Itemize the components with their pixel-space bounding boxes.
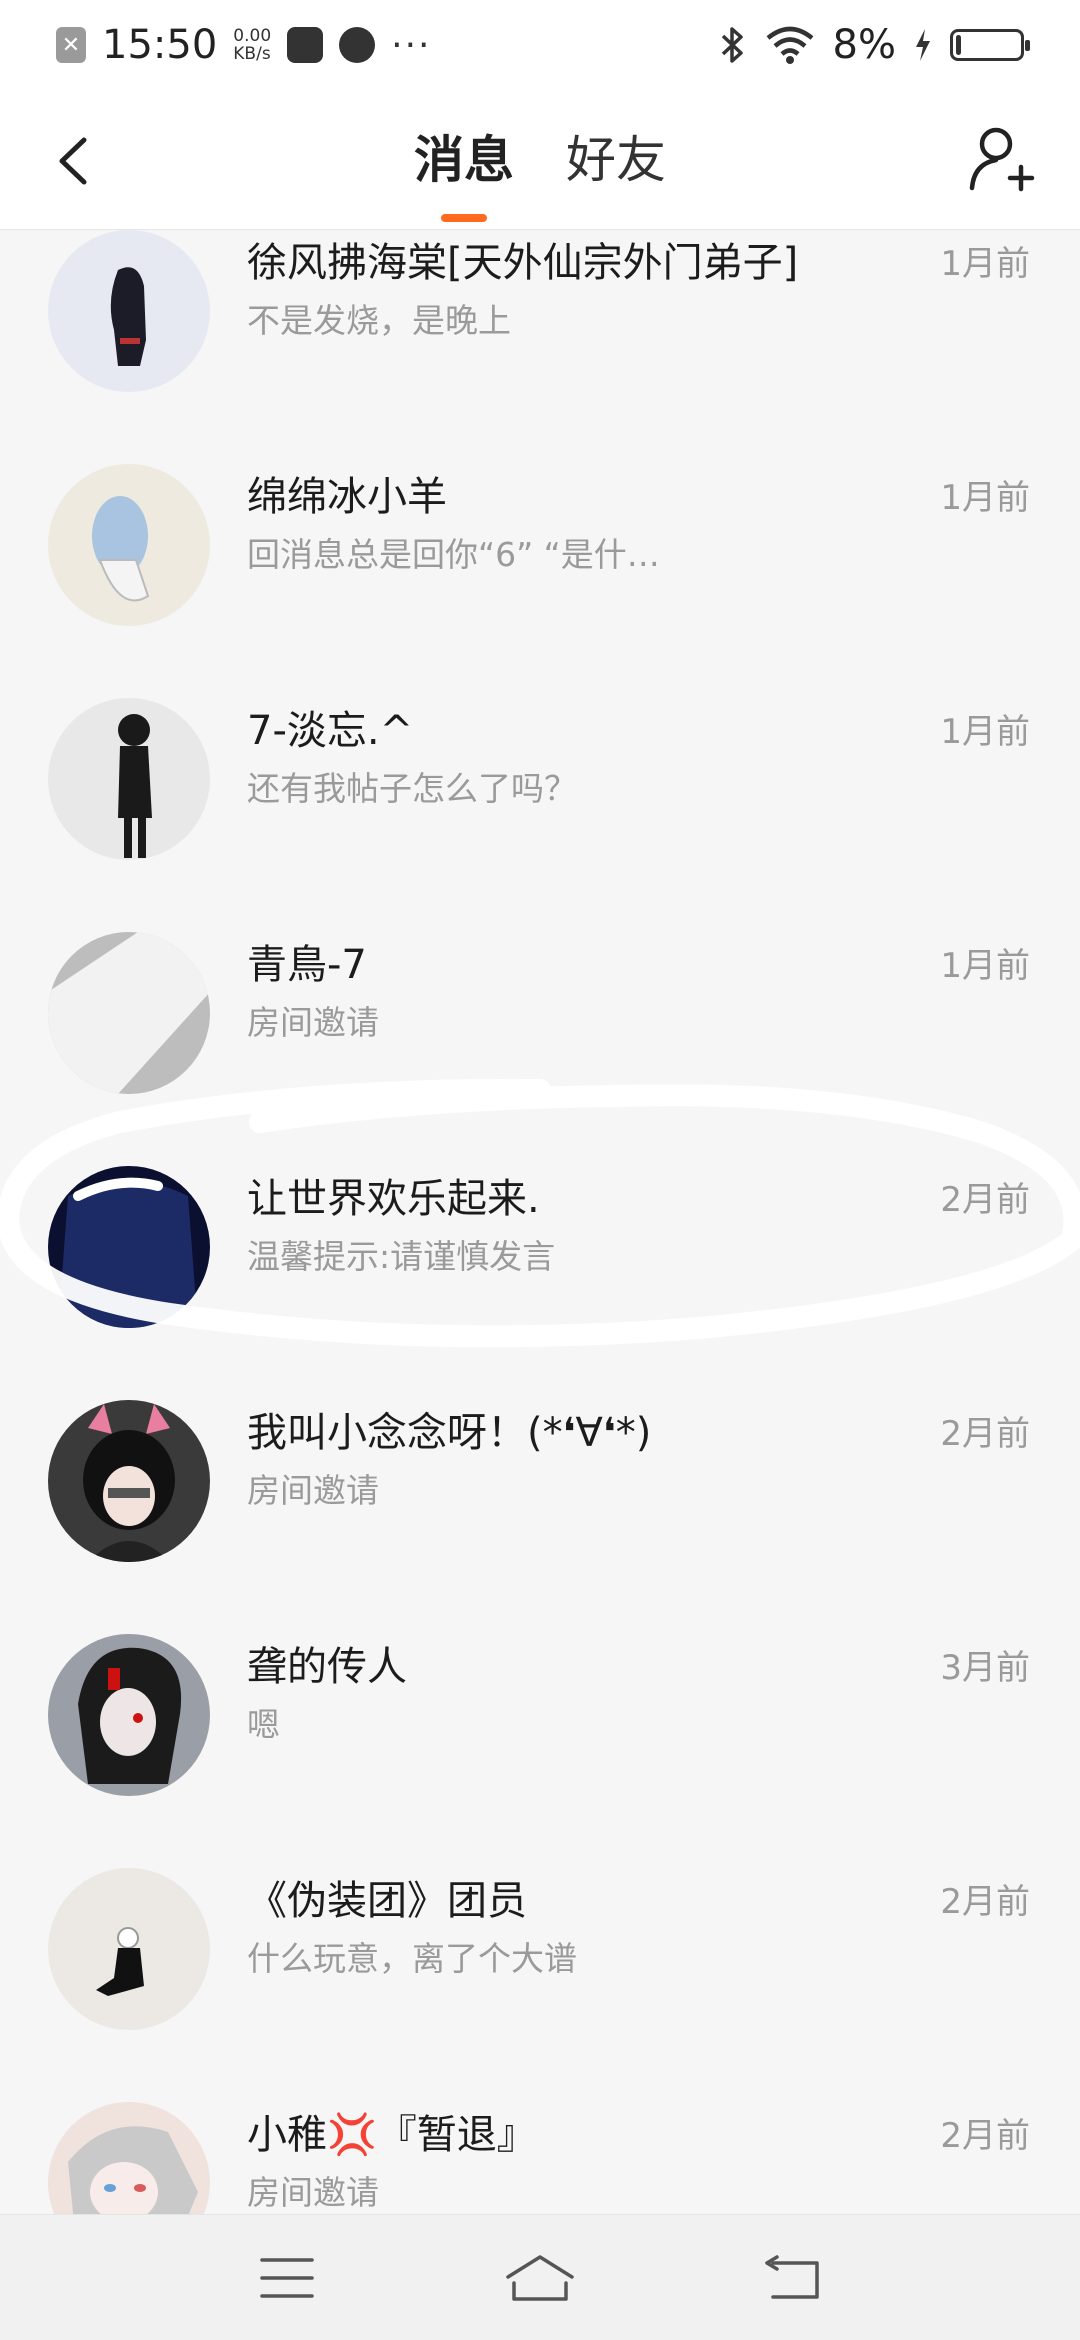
conversation-preview: 嗯	[247, 1705, 280, 1744]
network-speed-unit: KB/s	[233, 44, 271, 64]
app-header: 消息 好友	[0, 90, 1080, 230]
conversation-time: 2月前	[940, 2116, 1030, 2156]
conversation-preview: 什么玩意，离了个大谱	[247, 1939, 577, 1978]
avatar	[48, 1400, 210, 1562]
conversation-time: 2月前	[940, 1180, 1030, 1220]
conversation-name: 我叫小念念呀！(*❛∀❛*)	[247, 1410, 652, 1456]
active-tab-indicator	[441, 214, 487, 222]
battery-percent: 8%	[832, 22, 896, 68]
tab-friends-label: 好友	[566, 131, 666, 189]
conversation-preview: 不是发烧，是晚上	[247, 301, 511, 340]
avatar	[48, 698, 210, 860]
status-bar-left: ✕ 15:50 0.00 KB/s ···	[56, 22, 431, 68]
battery-level	[956, 35, 961, 55]
back-nav-button[interactable]	[753, 2248, 833, 2308]
conversation-preview: 房间邀请	[247, 1471, 379, 1510]
conversation-time: 1月前	[940, 478, 1030, 518]
conversation-time: 1月前	[940, 712, 1030, 752]
conversation-name: 徐风拂海棠[天外仙宗外门弟子]	[247, 240, 799, 286]
conversation-preview: 房间邀请	[247, 1003, 379, 1042]
battery-icon	[950, 29, 1030, 61]
add-user-icon	[969, 127, 1035, 192]
conversation-preview: 温馨提示:请谨慎发言	[247, 1237, 556, 1276]
conversation-time: 1月前	[940, 946, 1030, 986]
mail-app-icon	[287, 27, 324, 63]
conversation-item[interactable]: 让世界欢乐起来. 温馨提示:请谨慎发言 2月前	[0, 1124, 1080, 1358]
menu-button[interactable]	[247, 2248, 327, 2308]
conversation-name: 7-淡忘.^	[247, 708, 414, 754]
conversation-item[interactable]: 我叫小念念呀！(*❛∀❛*) 房间邀请 2月前	[0, 1358, 1080, 1592]
conversation-name: 绵绵冰小羊	[247, 474, 447, 520]
avatar	[48, 230, 210, 392]
conversation-item[interactable]: 绵绵冰小羊 回消息总是回你“6” “是什… 1月前	[0, 422, 1080, 656]
add-friend-button[interactable]	[966, 122, 1036, 198]
tab-messages[interactable]: 消息	[414, 120, 514, 222]
bluetooth-icon	[721, 27, 743, 63]
conversation-preview: 房间邀请	[247, 2173, 379, 2212]
avatar	[48, 1166, 210, 1328]
conversation-name: 《伪装团》团员	[247, 1878, 527, 1924]
conversation-item[interactable]: 小稚💢『暂退』 房间邀请 2月前	[0, 2060, 1080, 2214]
status-bar: ✕ 15:50 0.00 KB/s ··· 8%	[0, 0, 1080, 90]
conversation-name: 让世界欢乐起来.	[247, 1176, 540, 1222]
conversation-name: 聋的传人	[247, 1644, 407, 1690]
avatar	[48, 2102, 210, 2214]
notification-close-icon: ✕	[56, 27, 86, 63]
charging-icon	[916, 29, 930, 61]
avatar	[48, 1634, 210, 1796]
status-bar-right: 8%	[719, 22, 1030, 68]
conversation-list-inner: 徐风拂海棠[天外仙宗外门弟子] 不是发烧，是晚上 1月前 绵绵冰小羊 回消息总是…	[0, 230, 1080, 2214]
avatar	[48, 1868, 210, 2030]
avatar	[48, 464, 210, 626]
tab-bar: 消息 好友	[0, 120, 1080, 222]
tab-friends[interactable]: 好友	[566, 120, 666, 222]
system-nav-bar	[0, 2214, 1080, 2340]
network-speed-value: 0.00	[233, 26, 272, 46]
conversation-list[interactable]: 徐风拂海棠[天外仙宗外门弟子] 不是发烧，是晚上 1月前 绵绵冰小羊 回消息总是…	[0, 230, 1080, 2214]
conversation-time: 2月前	[940, 1882, 1030, 1922]
status-time: 15:50	[102, 22, 218, 68]
conversation-time: 3月前	[940, 1648, 1030, 1688]
conversation-preview: 回消息总是回你“6” “是什…	[247, 535, 660, 574]
menu-icon	[259, 2257, 314, 2298]
home-icon	[506, 2254, 574, 2301]
conversation-time: 2月前	[940, 1414, 1030, 1454]
browser-app-icon	[339, 27, 376, 63]
conversation-item[interactable]: 青鳥-7 房间邀请 1月前	[0, 890, 1080, 1124]
home-button[interactable]	[500, 2248, 580, 2308]
conversation-name: 青鳥-7	[247, 942, 367, 988]
avatar	[48, 932, 210, 1094]
conversation-item[interactable]: 徐风拂海棠[天外仙宗外门弟子] 不是发烧，是晚上 1月前	[0, 230, 1080, 422]
conversation-item[interactable]: 聋的传人 嗯 3月前	[0, 1592, 1080, 1826]
tab-messages-label: 消息	[414, 131, 514, 189]
conversation-item[interactable]: 《伪装团》团员 什么玩意，离了个大谱 2月前	[0, 1826, 1080, 2060]
network-speed: 0.00 KB/s	[233, 27, 271, 63]
back-arrow-icon	[765, 2254, 820, 2299]
more-notifications-icon: ···	[391, 24, 432, 66]
conversation-preview: 还有我帖子怎么了吗？	[247, 769, 577, 808]
conversation-name: 小稚💢『暂退』	[247, 2112, 537, 2158]
conversation-time: 1月前	[940, 244, 1030, 284]
wifi-icon	[766, 26, 813, 64]
conversation-item[interactable]: 7-淡忘.^ 还有我帖子怎么了吗？ 1月前	[0, 656, 1080, 890]
